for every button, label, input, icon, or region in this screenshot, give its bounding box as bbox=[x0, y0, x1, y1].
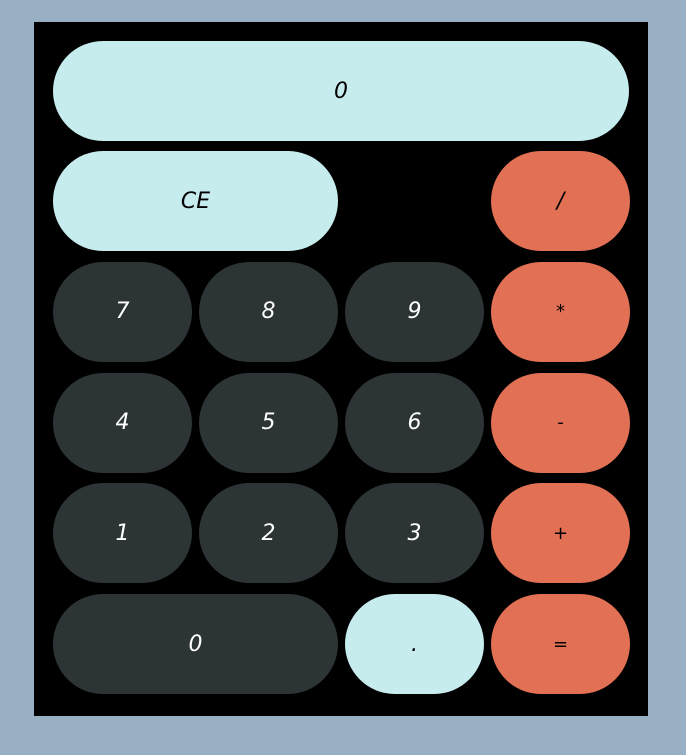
digit-0-button[interactable]: 0 bbox=[53, 594, 338, 694]
digit-5-button[interactable]: 5 bbox=[199, 372, 338, 473]
divide-label: / bbox=[556, 188, 565, 214]
display-value: 0 bbox=[334, 78, 348, 104]
clear-entry-button[interactable]: CE bbox=[53, 151, 338, 251]
digit-2-label: 2 bbox=[261, 520, 276, 546]
digit-1-button[interactable]: 1 bbox=[53, 483, 192, 584]
digit-3-label: 3 bbox=[407, 520, 422, 546]
multiply-label: * bbox=[556, 301, 565, 323]
equals-label: = bbox=[552, 633, 569, 655]
digit-6-label: 6 bbox=[407, 410, 422, 435]
plus-button[interactable]: + bbox=[491, 483, 630, 584]
digit-4-button[interactable]: 4 bbox=[53, 372, 192, 473]
calculator: 0 CE / 7 8 9 * 4 5 6 - 1 2 3 + 0 . = bbox=[34, 22, 648, 716]
minus-label: - bbox=[557, 412, 564, 433]
digit-9-button[interactable]: 9 bbox=[345, 261, 484, 362]
digit-1-label: 1 bbox=[115, 520, 130, 546]
decimal-button[interactable]: . bbox=[345, 594, 484, 694]
digit-5-label: 5 bbox=[261, 410, 276, 435]
clear-entry-label: CE bbox=[180, 188, 211, 214]
digit-7-button[interactable]: 7 bbox=[53, 261, 192, 362]
keypad: CE / 7 8 9 * 4 5 6 - 1 2 3 + 0 . = bbox=[53, 151, 630, 694]
equals-button[interactable]: = bbox=[491, 594, 630, 694]
digit-6-button[interactable]: 6 bbox=[345, 372, 484, 473]
digit-2-button[interactable]: 2 bbox=[199, 483, 338, 584]
digit-9-label: 9 bbox=[407, 299, 422, 325]
divide-button[interactable]: / bbox=[491, 151, 630, 251]
multiply-button[interactable]: * bbox=[491, 261, 630, 362]
minus-button[interactable]: - bbox=[491, 372, 630, 473]
digit-0-label: 0 bbox=[188, 631, 203, 657]
decimal-label: . bbox=[411, 631, 418, 657]
digit-8-label: 8 bbox=[261, 299, 276, 325]
digit-3-button[interactable]: 3 bbox=[345, 483, 484, 584]
digit-8-button[interactable]: 8 bbox=[199, 261, 338, 362]
digit-4-label: 4 bbox=[115, 410, 130, 435]
plus-label: + bbox=[552, 522, 569, 544]
display: 0 bbox=[53, 41, 629, 141]
digit-7-label: 7 bbox=[115, 299, 130, 325]
